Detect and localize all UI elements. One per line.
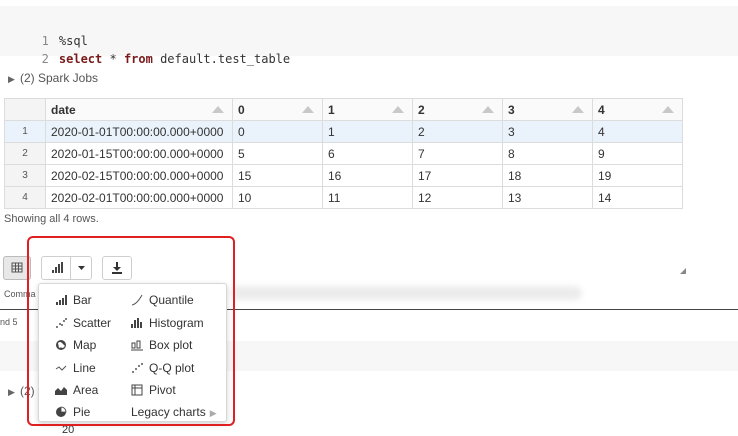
table-cell[interactable]: 17 bbox=[412, 164, 503, 187]
table-cell[interactable]: 7 bbox=[412, 142, 503, 165]
column-header-3[interactable]: 3 bbox=[502, 98, 593, 121]
sort-icon[interactable] bbox=[572, 106, 584, 113]
code-line: 2 select * from default.test_table bbox=[0, 32, 290, 66]
menu-item-line[interactable]: Line bbox=[55, 359, 96, 377]
table-cell[interactable]: 5 bbox=[232, 142, 323, 165]
table-cell[interactable]: 3 bbox=[502, 120, 593, 143]
row-count-text: Showing all 4 rows. bbox=[4, 213, 99, 225]
pivot-icon bbox=[131, 384, 143, 396]
scatter-icon bbox=[56, 318, 67, 328]
sort-icon[interactable] bbox=[662, 106, 674, 113]
table-cell[interactable]: 9 bbox=[592, 142, 683, 165]
caret-right-icon: ▶ bbox=[8, 387, 15, 397]
pie-chart-icon bbox=[56, 406, 67, 417]
bar-chart-icon bbox=[52, 262, 63, 273]
menu-item-area[interactable]: Area bbox=[55, 381, 98, 399]
column-header-2[interactable]: 2 bbox=[412, 98, 503, 121]
menu-item-pie[interactable]: Pie bbox=[55, 403, 90, 421]
spark-jobs-toggle[interactable]: ▶ (2) Spark Jobs bbox=[8, 71, 98, 85]
chart-type-menu: Bar Scatter Map Line Area Pie Quantile H… bbox=[38, 283, 227, 422]
menu-item-map[interactable]: Map bbox=[55, 336, 96, 354]
menu-item-pivot[interactable]: Pivot bbox=[131, 381, 176, 399]
sort-icon[interactable] bbox=[212, 106, 224, 113]
globe-icon bbox=[56, 340, 66, 350]
menu-item-legacy-charts[interactable]: Legacy charts ▶ bbox=[131, 403, 217, 421]
code-line: 1 %sql bbox=[0, 14, 88, 48]
menu-item-histogram[interactable]: Histogram bbox=[131, 314, 204, 332]
bar-chart-icon bbox=[56, 295, 67, 305]
table-cell[interactable]: 0 bbox=[232, 120, 323, 143]
line-number: 2 bbox=[41, 52, 49, 66]
area-chart-icon bbox=[55, 387, 67, 395]
row-number: 1 bbox=[4, 120, 46, 143]
sort-icon[interactable] bbox=[482, 106, 494, 113]
result-table: date 0 1 2 3 4 1 2020-01-01T00:00:00.000… bbox=[4, 98, 683, 209]
sort-icon[interactable] bbox=[392, 106, 404, 113]
code-text: * bbox=[102, 52, 124, 66]
menu-item-quantile[interactable]: Quantile bbox=[131, 291, 194, 309]
table-row[interactable]: 4 2020-02-01T00:00:00.000+0000 10 11 12 … bbox=[4, 186, 683, 209]
table-cell[interactable]: 6 bbox=[322, 142, 413, 165]
code-cell[interactable]: 1 %sql 2 select * from default.test_table bbox=[0, 6, 738, 66]
menu-item-qq-plot[interactable]: Q-Q plot bbox=[131, 359, 194, 377]
table-cell[interactable]: 2020-02-01T00:00:00.000+0000 bbox=[45, 186, 233, 209]
table-cell[interactable]: 2020-02-15T00:00:00.000+0000 bbox=[45, 164, 233, 187]
table-row[interactable]: 3 2020-02-15T00:00:00.000+0000 15 16 17 … bbox=[4, 164, 683, 187]
table-cell[interactable]: 8 bbox=[502, 142, 593, 165]
output-peek: 20 bbox=[62, 424, 75, 436]
column-header-1[interactable]: 1 bbox=[322, 98, 413, 121]
column-header-date[interactable]: date bbox=[45, 98, 233, 121]
table-cell[interactable]: 2 bbox=[412, 120, 503, 143]
table-icon bbox=[11, 262, 23, 273]
table-cell[interactable]: 13 bbox=[502, 186, 593, 209]
table-cell[interactable]: 19 bbox=[592, 164, 683, 187]
chart-type-button[interactable] bbox=[41, 256, 92, 280]
caret-down-icon[interactable] bbox=[71, 257, 93, 279]
command-number: nd 5 bbox=[0, 317, 18, 327]
table-view-button[interactable] bbox=[3, 256, 31, 280]
line-chart-icon bbox=[55, 365, 67, 371]
histogram-icon bbox=[131, 318, 142, 328]
row-number-header bbox=[4, 98, 46, 121]
column-header-0[interactable]: 0 bbox=[232, 98, 323, 121]
menu-item-box-plot[interactable]: Box plot bbox=[131, 336, 192, 354]
spark-jobs-label: (2) bbox=[20, 384, 35, 398]
table-row[interactable]: 2 2020-01-15T00:00:00.000+0000 5 6 7 8 9 bbox=[4, 142, 683, 165]
row-number: 3 bbox=[4, 164, 46, 187]
table-cell[interactable]: 14 bbox=[592, 186, 683, 209]
table-header-row: date 0 1 2 3 4 bbox=[4, 98, 683, 121]
command-label: Comma bbox=[4, 289, 36, 299]
boxplot-icon bbox=[131, 340, 143, 351]
download-icon bbox=[112, 262, 122, 274]
spark-jobs-toggle-2[interactable]: ▶ (2) bbox=[8, 384, 35, 398]
table-row[interactable]: 1 2020-01-01T00:00:00.000+0000 0 1 2 3 4 bbox=[4, 120, 683, 143]
menu-item-bar[interactable]: Bar bbox=[55, 291, 92, 309]
table-cell[interactable]: 4 bbox=[592, 120, 683, 143]
chevron-right-icon: ▶ bbox=[209, 408, 217, 418]
table-cell[interactable]: 18 bbox=[502, 164, 593, 187]
table-cell[interactable]: 16 bbox=[322, 164, 413, 187]
table-cell[interactable]: 1 bbox=[322, 120, 413, 143]
sort-icon[interactable] bbox=[302, 106, 314, 113]
resize-handle-icon[interactable] bbox=[680, 268, 686, 274]
table-cell[interactable]: 10 bbox=[232, 186, 323, 209]
download-button[interactable] bbox=[102, 256, 132, 280]
column-header-4[interactable]: 4 bbox=[592, 98, 683, 121]
spark-jobs-label: (2) Spark Jobs bbox=[20, 71, 99, 85]
qq-plot-icon bbox=[132, 363, 143, 373]
table-cell[interactable]: 2020-01-01T00:00:00.000+0000 bbox=[45, 120, 233, 143]
quantile-icon bbox=[131, 294, 143, 306]
keyword-from: from bbox=[123, 52, 153, 66]
code-text: default.test_table bbox=[152, 52, 291, 66]
table-cell[interactable]: 11 bbox=[322, 186, 413, 209]
table-cell[interactable]: 12 bbox=[412, 186, 503, 209]
row-number: 4 bbox=[4, 186, 46, 209]
caret-right-icon: ▶ bbox=[8, 74, 15, 84]
keyword-select: select bbox=[58, 52, 103, 66]
menu-item-scatter[interactable]: Scatter bbox=[55, 314, 111, 332]
table-cell[interactable]: 2020-01-15T00:00:00.000+0000 bbox=[45, 142, 233, 165]
blurred-command-text bbox=[232, 286, 582, 300]
table-cell[interactable]: 15 bbox=[232, 164, 323, 187]
row-number: 2 bbox=[4, 142, 46, 165]
